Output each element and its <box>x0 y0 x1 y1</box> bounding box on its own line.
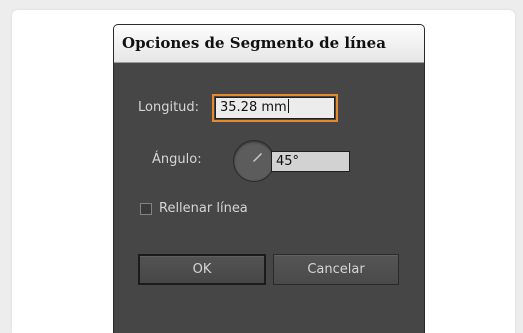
angle-label: Ángulo: <box>152 152 202 167</box>
angle-input[interactable]: 45° <box>271 151 350 172</box>
text-caret <box>287 99 289 113</box>
length-label: Longitud: <box>138 100 200 115</box>
fill-line-label[interactable]: Rellenar línea <box>159 201 248 216</box>
dialog-titlebar[interactable]: Opciones de Segmento de línea <box>114 25 424 63</box>
ok-button[interactable]: OK <box>138 254 266 285</box>
cancel-button[interactable]: Cancelar <box>273 254 399 285</box>
fill-line-checkbox[interactable] <box>140 203 152 215</box>
length-input[interactable]: 35.28 mm <box>212 94 338 122</box>
angle-value: 45° <box>276 154 300 169</box>
desktop-background: Opciones de Segmento de línea Longitud: … <box>0 0 523 333</box>
line-segment-options-dialog: Opciones de Segmento de línea Longitud: … <box>113 24 425 333</box>
dialog-title: Opciones de Segmento de línea <box>122 34 386 52</box>
length-value: 35.28 mm <box>220 100 287 115</box>
angle-dial[interactable] <box>233 140 275 182</box>
angle-dial-indicator-icon <box>253 153 262 162</box>
